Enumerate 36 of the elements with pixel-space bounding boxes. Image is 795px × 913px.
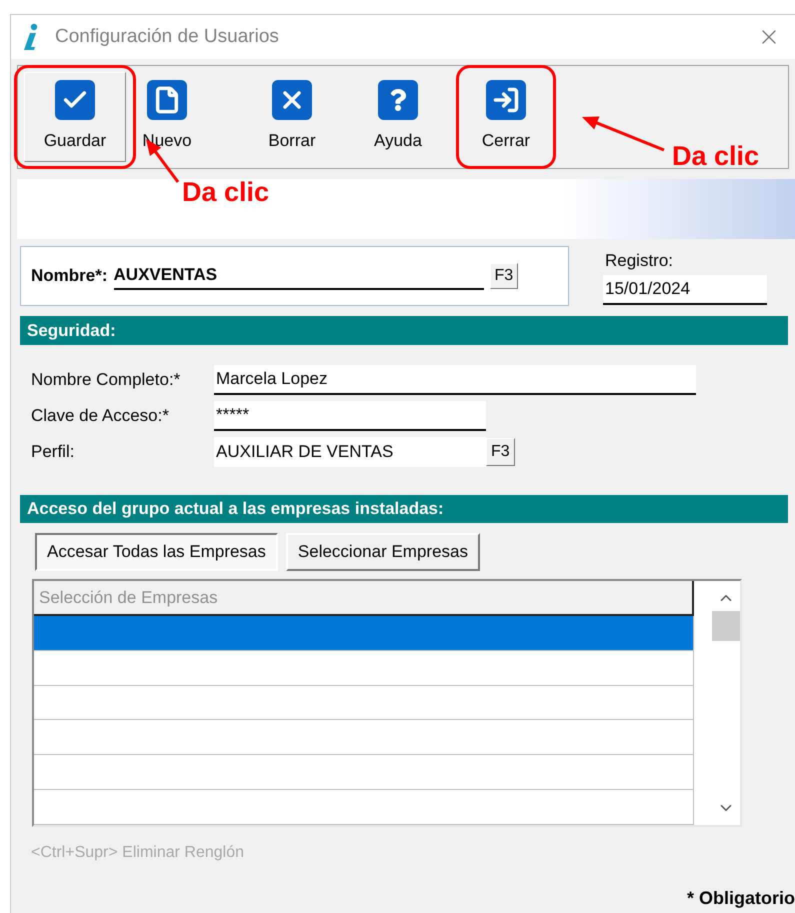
option-button[interactable]: Seleccionar Empresas: [286, 533, 480, 571]
field-label: Nombre*:: [31, 265, 108, 288]
option-button[interactable]: Accesar Todas las Empresas: [35, 533, 278, 571]
toolbar-button[interactable]: Borrar: [252, 72, 332, 162]
document-icon: [147, 80, 187, 120]
text-field[interactable]: AUXVENTAS: [114, 262, 484, 290]
hint-text: <Ctrl+Supr> Eliminar Renglón: [31, 843, 245, 863]
text-field[interactable]: Marcela Lopez: [214, 365, 696, 395]
check-icon: [55, 80, 95, 120]
grid-row[interactable]: [34, 650, 694, 686]
section-header: Seguridad:: [20, 316, 788, 345]
field-label: Nombre Completo:*: [31, 369, 182, 392]
toolbar-button[interactable]: Guardar: [24, 72, 126, 162]
grid-row[interactable]: [34, 755, 694, 790]
field-label: Registro:: [605, 250, 674, 272]
toolbar-button[interactable]: Ayuda: [358, 72, 438, 162]
lookup-button[interactable]: F3: [490, 263, 518, 289]
text-field[interactable]: *****: [214, 401, 486, 431]
callout-text: Da clic: [182, 176, 270, 209]
grid-row[interactable]: [34, 720, 694, 756]
lookup-button[interactable]: F3: [486, 438, 515, 466]
required-note: * Obligatorio: [687, 887, 795, 910]
toolbar-button[interactable]: Cerrar: [466, 72, 546, 162]
grid-row[interactable]: [34, 686, 694, 720]
scrollbar-thumb[interactable]: [712, 611, 740, 641]
field-label: Perfil:: [31, 441, 76, 464]
x-icon: [272, 80, 312, 120]
question-icon: [378, 80, 418, 120]
grid-row[interactable]: [34, 616, 694, 651]
field-label: Clave de Acceso:*: [31, 405, 170, 428]
callout-text: Da clic: [672, 140, 760, 173]
text-field[interactable]: 15/01/2024: [603, 274, 767, 304]
section-header: Acceso del grupo actual a las empresas instaladas:: [20, 495, 788, 523]
grid-row[interactable]: [34, 790, 694, 825]
window-title: Configuración de Usuarios: [55, 24, 279, 49]
text-field[interactable]: AUXILIAR DE VENTAS: [214, 437, 486, 467]
